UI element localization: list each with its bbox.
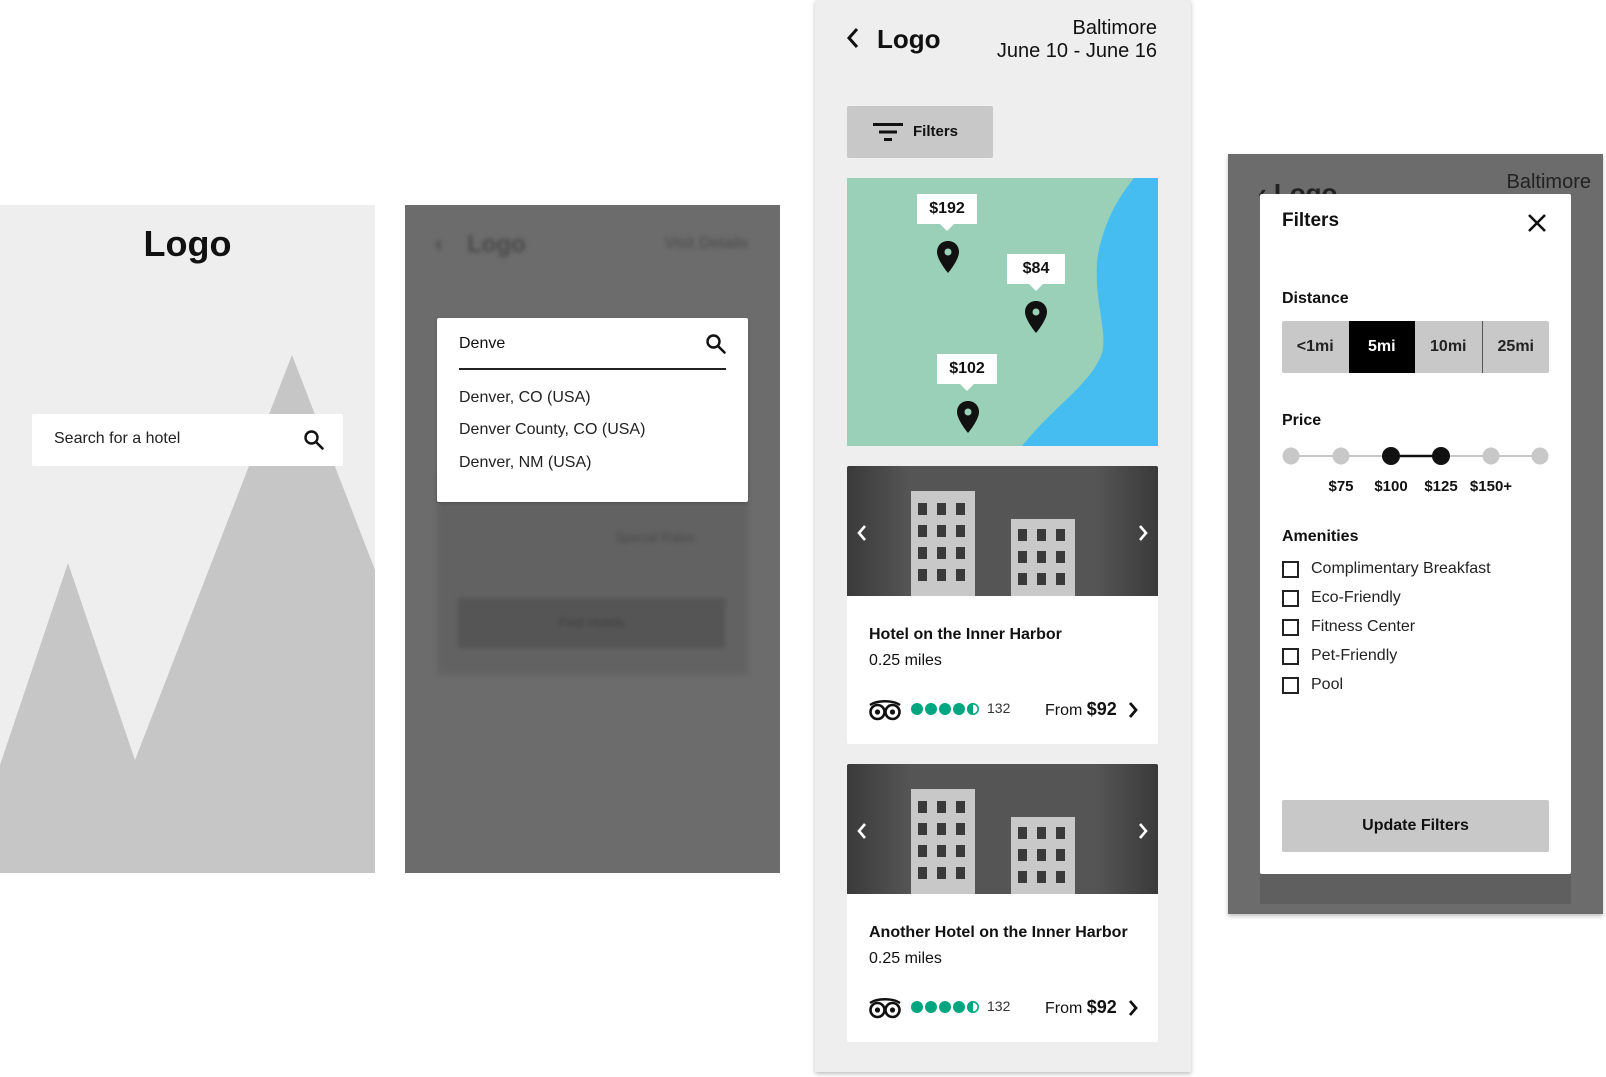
background-logo: Logo [467, 231, 526, 258]
previous-photo-icon[interactable] [855, 821, 869, 841]
distance-option-selected[interactable]: 5mi [1348, 321, 1415, 373]
amenity-checkbox[interactable]: Complimentary Breakfast [1282, 560, 1491, 578]
background-panel [1260, 874, 1571, 904]
amenity-checkbox[interactable]: Pet-Friendly [1282, 647, 1397, 665]
amenities-heading: Amenities [1282, 528, 1359, 545]
map-pin-icon[interactable] [1024, 300, 1048, 334]
price-tick-label: $150+ [1469, 478, 1513, 495]
filters-button[interactable]: Filters [847, 106, 993, 158]
next-photo-icon[interactable] [1136, 523, 1150, 543]
amenity-checkbox[interactable]: Eco-Friendly [1282, 589, 1401, 607]
hotel-name: Another Hotel on the Inner Harbor [869, 924, 1128, 941]
hotel-card[interactable]: Hotel on the Inner Harbor 0.25 miles 132… [847, 466, 1158, 744]
distance-option[interactable]: 10mi [1415, 321, 1482, 373]
hotel-image [847, 466, 1158, 596]
map-background [847, 178, 1158, 446]
checkbox-icon[interactable] [1282, 618, 1299, 636]
close-icon[interactable] [1526, 212, 1548, 234]
review-count: 132 [987, 998, 1011, 1014]
checkbox-icon[interactable] [1282, 676, 1299, 694]
distance-heading: Distance [1282, 290, 1349, 307]
price-range-slider[interactable] [1282, 446, 1549, 466]
search-overlay-screen: ‹ Logo Visit Details Special Rates Find … [405, 205, 780, 873]
chevron-right-icon[interactable] [1127, 998, 1139, 1018]
chevron-right-icon[interactable] [1127, 700, 1139, 720]
logo: Logo [877, 24, 941, 54]
next-photo-icon[interactable] [1136, 821, 1150, 841]
previous-photo-icon[interactable] [855, 523, 869, 543]
amenity-checkbox[interactable]: Pool [1282, 676, 1343, 694]
background-special-rates: Special Rates [615, 530, 696, 545]
background-city: Baltimore [1506, 171, 1591, 193]
hotel-distance: 0.25 miles [869, 950, 942, 967]
back-chevron-icon[interactable] [845, 26, 861, 50]
background-find-button: Find Hotels [458, 598, 725, 648]
distance-segmented-control: <1mi 5mi 10mi 25mi [1282, 321, 1549, 373]
search-placeholder: Search for a hotel [54, 430, 181, 447]
tripadvisor-owl-icon [869, 998, 901, 1019]
logo: Logo [143, 223, 232, 264]
hotel-distance: 0.25 miles [869, 652, 942, 669]
checkbox-icon[interactable] [1282, 647, 1299, 665]
hotel-card[interactable]: Another Hotel on the Inner Harbor 0.25 m… [847, 764, 1158, 1042]
home-screen: Logo Search for a hotel [0, 205, 375, 873]
mountain-illustration [0, 355, 375, 873]
checkbox-icon[interactable] [1282, 589, 1299, 607]
suggestion-item[interactable]: Denver County, CO (USA) [459, 421, 645, 439]
suggestion-item[interactable]: Denver, NM (USA) [459, 454, 591, 472]
filters-button-label: Filters [913, 123, 959, 140]
search-autocomplete-dropdown: Denve Denver, CO (USA) Denver County, CO… [437, 318, 748, 502]
hotel-name: Hotel on the Inner Harbor [869, 626, 1062, 643]
map-price-tag[interactable]: $102 [937, 354, 997, 391]
hotel-price: From $92 [1045, 997, 1117, 1017]
stay-dates: June 10 - June 16 [996, 40, 1157, 62]
filter-icon [873, 123, 903, 141]
search-input-underline [459, 368, 726, 370]
map-pin-icon[interactable] [956, 400, 980, 434]
suggestion-item[interactable]: Denver, CO (USA) [459, 389, 591, 407]
hotel-price: From $92 [1045, 699, 1117, 719]
modal-title: Filters [1282, 210, 1340, 231]
search-icon[interactable] [303, 429, 325, 451]
hotel-image [847, 764, 1158, 894]
search-input[interactable]: Denve [459, 335, 505, 353]
review-count: 132 [987, 700, 1011, 716]
background-back-icon: ‹ [435, 231, 443, 256]
amenity-checkbox[interactable]: Fitness Center [1282, 618, 1415, 636]
results-screen: Logo Baltimore June 10 - June 16 Filters… [815, 0, 1191, 1072]
filters-modal: Filters Distance <1mi 5mi 10mi 25mi Pric… [1260, 194, 1571, 874]
rating-bubbles [910, 702, 982, 721]
map-pin-icon[interactable] [936, 240, 960, 274]
tripadvisor-owl-icon [869, 700, 901, 721]
hotel-search-input[interactable]: Search for a hotel [32, 414, 343, 466]
background-header-text: Visit Details [664, 235, 748, 252]
distance-option[interactable]: 25mi [1481, 321, 1550, 373]
price-max-handle [1432, 447, 1450, 465]
distance-option[interactable]: <1mi [1282, 321, 1349, 373]
checkbox-icon[interactable] [1282, 560, 1299, 578]
price-heading: Price [1282, 412, 1322, 429]
rating-bubbles [910, 1000, 982, 1019]
map-price-tag[interactable]: $84 [1007, 254, 1065, 291]
filters-screen: ‹ Logo Baltimore Filters Distance <1mi 5… [1228, 154, 1603, 914]
destination-city: Baltimore [1072, 17, 1157, 39]
results-map[interactable]: $192 $84 $102 [847, 178, 1158, 446]
price-min-handle [1382, 447, 1400, 465]
map-price-tag[interactable]: $192 [917, 194, 977, 231]
search-icon[interactable] [705, 333, 727, 355]
update-filters-button[interactable]: Update Filters [1282, 800, 1549, 852]
